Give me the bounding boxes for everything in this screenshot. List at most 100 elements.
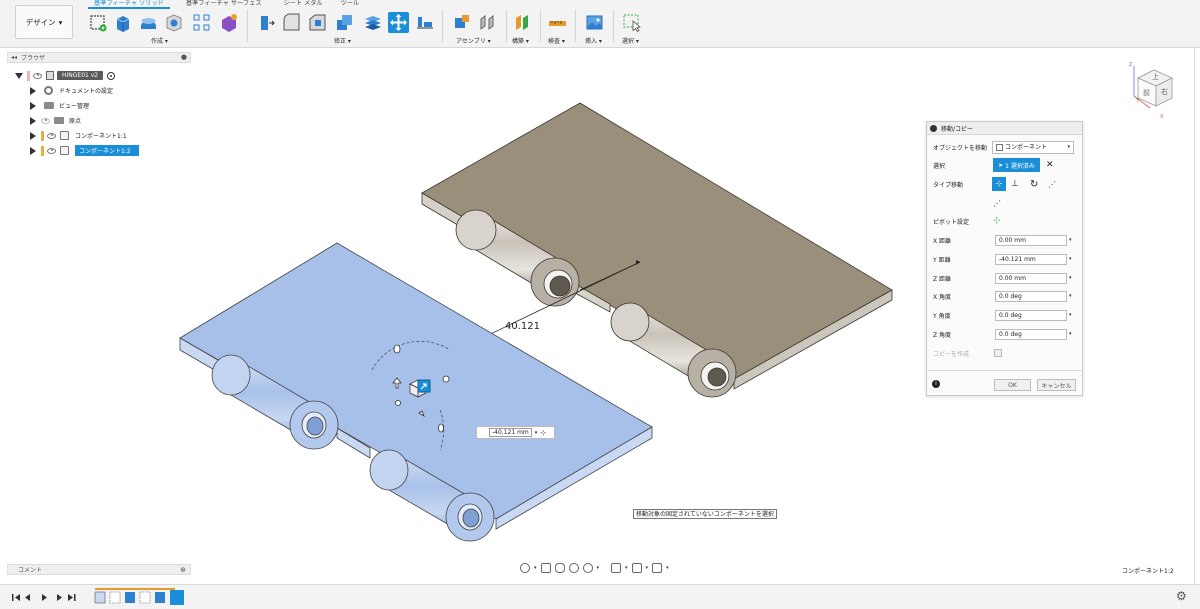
chevron-down-icon[interactable]: ▾ [1069,293,1072,299]
x-distance-input[interactable]: 0.00 mm [995,234,1067,246]
z-distance-input[interactable]: 0.00 mm [995,272,1067,284]
expand-icon[interactable] [30,86,36,95]
timeline-features[interactable] [94,588,184,605]
chevron-down-icon[interactable]: ▾ [597,565,600,571]
insert-image-icon[interactable] [584,12,605,33]
tree-item-document-settings[interactable]: ドキュメントの設定 [30,83,139,98]
activate-radio-icon[interactable] [107,71,116,80]
select-icon[interactable] [622,12,643,33]
y-angle-input[interactable]: 0.0 deg [995,309,1067,321]
align-icon[interactable] [414,12,435,33]
tree-item-component-2[interactable]: コンポーネント1:2 [30,143,139,158]
chevron-down-icon[interactable]: ▾ [1069,256,1072,262]
tab-surface[interactable]: 基準フィーチャ サーフェス [180,0,268,9]
create-sketch-icon[interactable] [88,12,109,33]
tab-sheet-metal[interactable]: シート メタル [278,0,329,9]
distance-input[interactable]: -40.121 mm [489,428,532,437]
joint-icon[interactable] [477,12,498,33]
hole-icon[interactable] [163,12,184,33]
pivot-icon[interactable]: ⊹ [993,216,1001,226]
visibility-icon[interactable] [47,147,56,154]
inspect-menu[interactable]: 検査 ▾ [548,36,565,45]
look-at-icon[interactable] [540,563,551,573]
x-angle-input[interactable]: 0.0 deg [995,290,1067,302]
measure-icon[interactable] [547,12,568,33]
insert-menu[interactable]: 挿入 ▾ [585,36,602,45]
y-distance-input[interactable]: -40.121 mm [995,253,1067,265]
ok-button[interactable]: OK [994,379,1031,391]
point-to-position-icon[interactable]: ⋰ [993,199,1001,208]
fit-icon[interactable] [582,563,593,573]
info-icon[interactable]: i [932,380,940,388]
chevron-down-icon[interactable]: ▾ [534,565,537,571]
chevron-down-icon[interactable]: ▾ [625,565,628,571]
rotate-icon[interactable]: ↻ [1030,179,1038,190]
collapse-icon[interactable]: ◂◂ [11,54,17,61]
moving-hinge-part[interactable] [179,242,653,542]
create-menu[interactable]: 作成 ▾ [151,36,168,45]
combine-icon[interactable] [334,12,355,33]
grid-settings-icon[interactable] [631,563,642,573]
move-copy-icon[interactable] [388,12,409,33]
expand-icon[interactable] [15,72,23,79]
chevron-down-icon[interactable]: ▾ [646,565,649,571]
press-pull-icon[interactable] [256,12,277,33]
add-comment-icon[interactable]: ⊕ [180,566,186,574]
create-copy-checkbox[interactable] [994,349,1002,357]
free-move-icon[interactable]: ⊹ [992,177,1006,191]
expand-icon[interactable] [30,131,36,140]
chevron-down-icon[interactable]: ▾ [1069,237,1072,243]
pivot-icon[interactable]: ⊹ [540,429,546,437]
expand-icon[interactable] [30,101,36,110]
move-manipulator[interactable] [371,341,451,451]
timeline-settings-gear-icon[interactable]: ⚙ [1176,589,1187,603]
tree-item-named-views[interactable]: ビュー管理 [30,98,139,113]
chevron-down-icon[interactable]: ▾ [1069,275,1072,281]
expand-icon[interactable] [30,116,36,125]
viewports-icon[interactable] [652,563,663,573]
pin-icon[interactable]: ● [181,53,187,61]
selection-button[interactable]: ➤ 1 選択済み [993,158,1040,172]
offset-plane-icon[interactable] [512,12,533,33]
construct-menu[interactable]: 構築 ▾ [512,36,529,45]
extrude-icon[interactable] [113,12,134,33]
dimension-input-box[interactable]: -40.121 mm ▾ ⊹ [476,426,555,439]
fillet-icon[interactable] [281,12,302,33]
translate-xyz-icon[interactable]: ⊥ [1011,179,1019,189]
right-scroll-strip[interactable] [1194,48,1200,584]
cancel-button[interactable]: キャンセル [1037,379,1076,391]
create-form-icon[interactable] [218,12,239,33]
modify-menu[interactable]: 修正 ▾ [334,36,351,45]
browser-header[interactable]: ◂◂ ブラウザ ● [7,52,191,63]
tab-tools[interactable]: ツール [335,0,366,9]
tree-item-component-1[interactable]: コンポーネント1:1 [30,128,139,143]
fixed-hinge-part[interactable] [421,102,893,398]
tree-root[interactable]: HINGE01 v2 [15,68,139,83]
timeline-playback-controls[interactable] [12,594,76,601]
display-settings-icon[interactable] [611,563,622,573]
pan-icon[interactable] [554,563,565,573]
chevron-down-icon[interactable]: ▾ [1069,312,1072,318]
expand-icon[interactable] [30,146,36,155]
chevron-down-icon[interactable]: ▾ [535,430,538,436]
zoom-icon[interactable] [568,563,579,573]
orbit-icon[interactable] [520,563,530,573]
tree-item-origin[interactable]: 原点 [30,113,139,128]
comments-panel[interactable]: コメント ⊕ [7,564,191,575]
chevron-down-icon[interactable]: ▾ [1069,331,1072,337]
point-to-point-icon[interactable]: ⋰ [1048,180,1056,189]
clear-selection-icon[interactable]: ✕ [1046,160,1054,170]
visibility-hidden-icon[interactable] [41,117,50,124]
tab-solid[interactable]: 基準フィーチャ ソリッド [88,0,170,9]
collapse-icon[interactable] [930,124,937,132]
chamfer-icon[interactable] [307,12,328,33]
dialog-header[interactable]: 移動/コピー [927,122,1082,135]
revolve-icon[interactable] [138,12,159,33]
new-component-icon[interactable] [451,12,472,33]
select-menu[interactable]: 選択 ▾ [622,36,639,45]
visibility-icon[interactable] [47,132,56,139]
visibility-icon[interactable] [33,72,42,79]
assemble-menu[interactable]: アセンブリ ▾ [456,36,491,45]
offset-face-icon[interactable] [362,12,383,33]
rectangle-pattern-icon[interactable] [191,12,212,33]
